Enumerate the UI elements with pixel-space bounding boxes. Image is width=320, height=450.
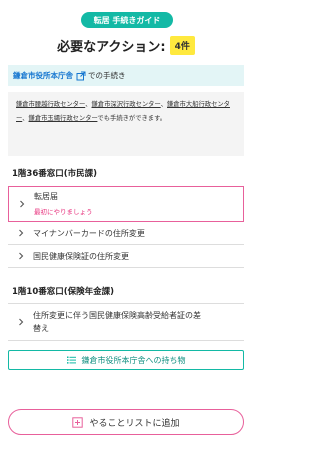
- action-item-label-line1: 住所変更に伴う国民健康保険高齢受給者証の差: [33, 311, 201, 320]
- belongings-button-label: 鎌倉市役所本庁舎への持ち物: [81, 355, 186, 365]
- action-item-label: 国民健康保険証の住所変更: [33, 251, 129, 261]
- alternate-offices-note: 鎌倉市腰越行政センター、鎌倉市深沢行政センター、鎌倉市大船行政センター、鎌倉市玉…: [8, 92, 244, 156]
- action-item-label-line2: 替え: [33, 324, 49, 333]
- action-item-mynumber[interactable]: マイナンバーカードの住所変更: [8, 222, 244, 245]
- chevron-right-icon: [20, 200, 25, 208]
- office-link-fukasawa[interactable]: 鎌倉市深沢行政センター: [92, 101, 161, 108]
- belongings-button[interactable]: 鎌倉市役所本庁舎への持ち物: [8, 350, 244, 370]
- section-title-window-10: 1階10番窓口(保険年金課): [12, 287, 115, 297]
- office-bar: 鎌倉市役所本庁舎 での手続き: [8, 65, 244, 86]
- action-item-health-insurance[interactable]: 国民健康保険証の住所変更: [8, 245, 244, 268]
- guide-badge: 転居 手続きガイド: [81, 12, 173, 28]
- chevron-right-icon: [19, 229, 24, 237]
- page-title: 必要なアクション:: [57, 39, 166, 55]
- office-link[interactable]: 鎌倉市役所本庁舎: [13, 70, 73, 81]
- action-item-label: 転居届: [34, 191, 58, 201]
- action-item-moving-notice[interactable]: 転居届 最初にやりましょう: [8, 186, 244, 222]
- add-to-todo-button[interactable]: やることリストに追加: [8, 409, 244, 435]
- action-item-elderly-certificate[interactable]: 住所変更に伴う国民健康保険高齢受給者証の差 替え: [8, 303, 244, 341]
- action-item-hint: 最初にやりましょう: [34, 207, 93, 216]
- office-link-tamanawa[interactable]: 鎌倉市玉縄行政センター: [29, 115, 98, 122]
- office-link-koshigoe[interactable]: 鎌倉市腰越行政センター: [16, 101, 85, 108]
- section-title-window-36: 1階36番窓口(市民課): [12, 169, 98, 179]
- plus-square-icon: [72, 416, 84, 428]
- note-tail: でも手続きができます。: [97, 115, 167, 122]
- list-icon: [66, 356, 76, 364]
- action-item-label: マイナンバーカードの住所変更: [33, 228, 145, 238]
- office-suffix: での手続き: [88, 71, 126, 80]
- chevron-right-icon: [19, 318, 24, 326]
- chevron-right-icon: [19, 252, 24, 260]
- title-row: 必要なアクション: 4件: [0, 34, 252, 56]
- add-to-todo-label: やることリストに追加: [89, 418, 180, 429]
- action-count-badge: 4件: [169, 35, 195, 55]
- external-link-icon: [76, 71, 86, 80]
